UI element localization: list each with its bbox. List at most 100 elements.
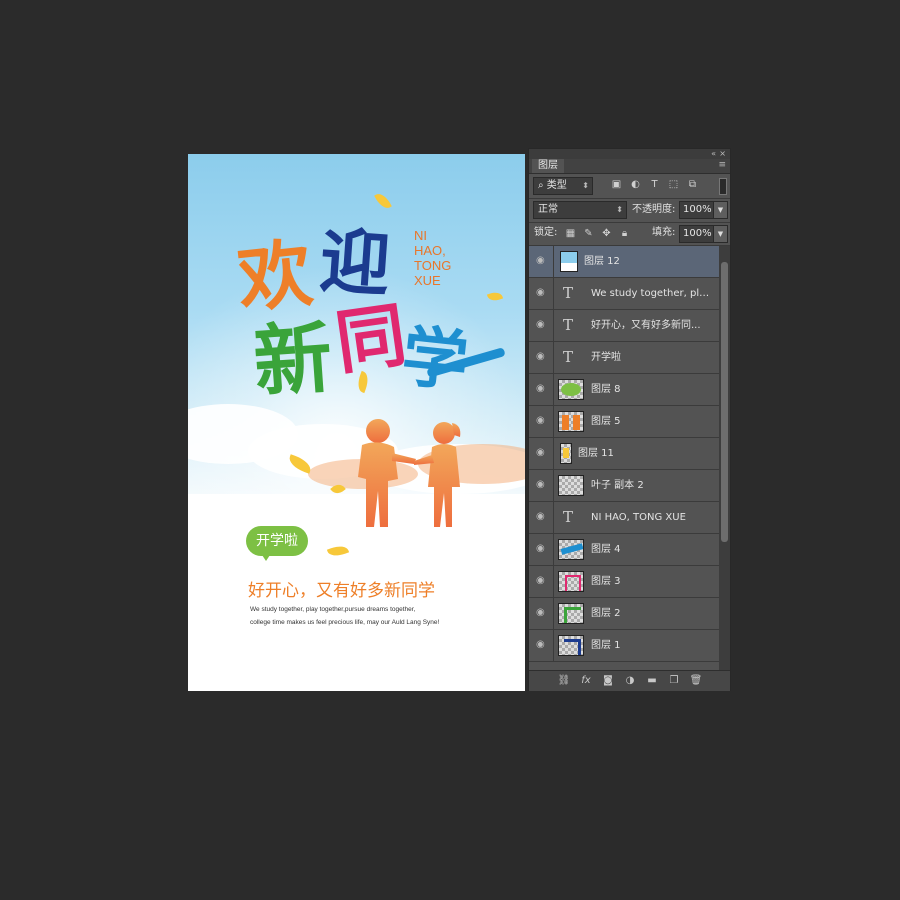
layers-bottom-toolbar: ⛓ fx ◙ ◑ ▬ ❐ 🗑︎ [529,670,730,691]
layer-row[interactable]: ◉ 图层 4 [529,534,719,566]
scrollbar-thumb[interactable] [721,262,728,542]
text-filter-icon[interactable]: T [649,179,660,190]
layer-row[interactable]: ◉ T We study together, play ... [529,278,719,310]
title-char-xin: 新 [250,312,336,409]
visibility-eye-icon[interactable]: ◉ [536,639,545,650]
layers-list: ◉ 图层 12 ◉ T We study together, play ... … [529,246,719,670]
panel-title-bar[interactable]: « × [529,149,730,159]
visibility-eye-icon[interactable]: ◉ [536,255,545,266]
layer-row[interactable]: ◉ 图层 12 [529,246,719,278]
blend-mode-dropdown[interactable]: 正常 ⬍ [533,201,627,219]
layer-thumbnail [558,635,584,656]
layer-row[interactable]: ◉ 图层 2 [529,598,719,630]
poster-subtitle: 好开心，又有好多新同学 [248,581,435,601]
layer-name: 图层 8 [591,384,621,395]
visibility-eye-icon[interactable]: ◉ [536,447,545,458]
english-title-line: XUE [414,273,441,288]
opacity-slider-arrow[interactable]: ▼ [713,201,728,219]
panel-tab-bar: 图层 ≡ [529,159,730,174]
visibility-eye-icon[interactable]: ◉ [536,543,545,554]
lock-transparent-icon[interactable]: ▦ [565,228,576,239]
layer-row[interactable]: ◉ T NI HAO, TONG XUE [529,502,719,534]
layer-thumbnail [558,539,584,560]
smartobject-filter-icon[interactable]: ⧉ [687,179,698,190]
fill-slider-arrow[interactable]: ▼ [713,225,728,243]
layer-name: 图层 3 [591,576,621,587]
layer-thumbnail [558,475,584,496]
layer-name: 叶子 副本 2 [591,480,644,491]
poster-canvas: 欢 迎 新 同 学 NI HAO, TONG XUE 开学啦 好开心，又有好多新… [188,154,525,691]
english-title-line: TONG [414,258,452,273]
title-char-ying: 迎 [317,218,393,307]
layer-row[interactable]: ◉ 图层 11 [529,438,719,470]
layer-row[interactable]: ◉ 图层 3 [529,566,719,598]
collapse-icon[interactable]: « [711,149,716,159]
english-title: NI HAO, TONG XUE [414,228,484,288]
opacity-input[interactable]: 100% [679,201,714,219]
lock-image-brush-icon[interactable]: ✎ [583,228,594,239]
speech-bubble: 开学啦 [246,526,308,556]
blend-row: 正常 ⬍ 不透明度: 100% ▼ [529,199,730,221]
visibility-eye-icon[interactable]: ◉ [536,607,545,618]
visibility-eye-icon[interactable]: ◉ [536,415,545,426]
visibility-eye-icon[interactable]: ◉ [536,479,545,490]
lock-position-move-icon[interactable]: ✥ [601,228,612,239]
layer-name: 图层 11 [578,448,614,459]
filter-kind-dropdown[interactable]: ⌕ 类型 ⬍ [533,177,593,195]
visibility-eye-icon[interactable]: ◉ [536,511,545,522]
close-panel-icon[interactable]: × [719,149,726,159]
title-char-huan: 欢 [233,230,317,324]
layer-row[interactable]: ◉ 叶子 副本 2 [529,470,719,502]
visibility-eye-icon[interactable]: ◉ [536,383,545,394]
adjustment-layer-icon[interactable]: ◑ [623,674,637,687]
layer-style-fx-icon[interactable]: fx [579,674,593,687]
tab-layers[interactable]: 图层 [532,159,564,173]
layer-name: 图层 5 [591,416,621,427]
add-mask-icon[interactable]: ◙ [601,674,615,687]
adjustment-filter-icon[interactable]: ◐ [630,179,641,190]
fill-input[interactable]: 100% [679,225,714,243]
layer-row[interactable]: ◉ T 开学啦 [529,342,719,374]
layers-scrollbar[interactable] [719,246,730,670]
filter-toggle[interactable] [719,178,727,195]
layer-name: We study together, play ... [591,288,715,299]
search-icon: ⌕ [538,180,547,191]
dropdown-arrow-icon: ⬍ [582,181,589,190]
speech-bubble-tail [260,552,272,561]
lock-label: 锁定: [534,227,558,238]
visibility-eye-icon[interactable]: ◉ [536,287,545,298]
lock-all-icon[interactable]: 🔒︎ [619,228,630,239]
visibility-eye-icon[interactable]: ◉ [536,575,545,586]
opacity-label: 不透明度: [632,204,676,215]
layer-name: 图层 12 [584,256,620,267]
visibility-eye-icon[interactable]: ◉ [536,351,545,362]
layer-row[interactable]: ◉ 图层 8 [529,374,719,406]
layers-panel: « × 图层 ≡ ⌕ 类型 ⬍ ▣ ◐ T ⬚ ⧉ 正常 ⬍ 不透明度: 100… [528,148,731,691]
link-layers-icon[interactable]: ⛓ [557,674,571,687]
text-layer-icon: T [563,508,574,526]
layer-thumbnail [558,411,584,432]
image-filter-icon[interactable]: ▣ [611,179,622,190]
visibility-eye-icon[interactable]: ◉ [536,319,545,330]
text-layer-icon: T [563,348,574,366]
new-layer-icon[interactable]: ❐ [667,674,681,687]
blend-mode-value: 正常 [538,204,558,215]
layer-row[interactable]: ◉ 图层 1 [529,630,719,662]
layer-thumbnail [560,443,572,464]
layer-thumbnail [560,251,578,272]
children-silhouette [358,419,461,527]
delete-layer-trash-icon[interactable]: 🗑︎ [689,674,703,687]
new-group-folder-icon[interactable]: ▬ [645,674,659,687]
filter-kind-label: 类型 [546,180,567,191]
shape-filter-icon[interactable]: ⬚ [668,179,679,190]
fill-label: 填充: [652,227,676,238]
layer-name: NI HAO, TONG XUE [591,512,686,523]
layer-row[interactable]: ◉ T 好开心，又有好多新同... [529,310,719,342]
dropdown-arrow-icon: ⬍ [616,205,623,214]
layer-thumbnail [558,379,584,400]
title-char-tong: 同 [330,292,412,385]
poster-english-line-1: We study together, play together,pursue … [250,606,416,613]
panel-menu-icon[interactable]: ≡ [718,160,726,170]
layer-row[interactable]: ◉ 图层 5 [529,406,719,438]
english-title-line: HAO, [414,243,446,258]
